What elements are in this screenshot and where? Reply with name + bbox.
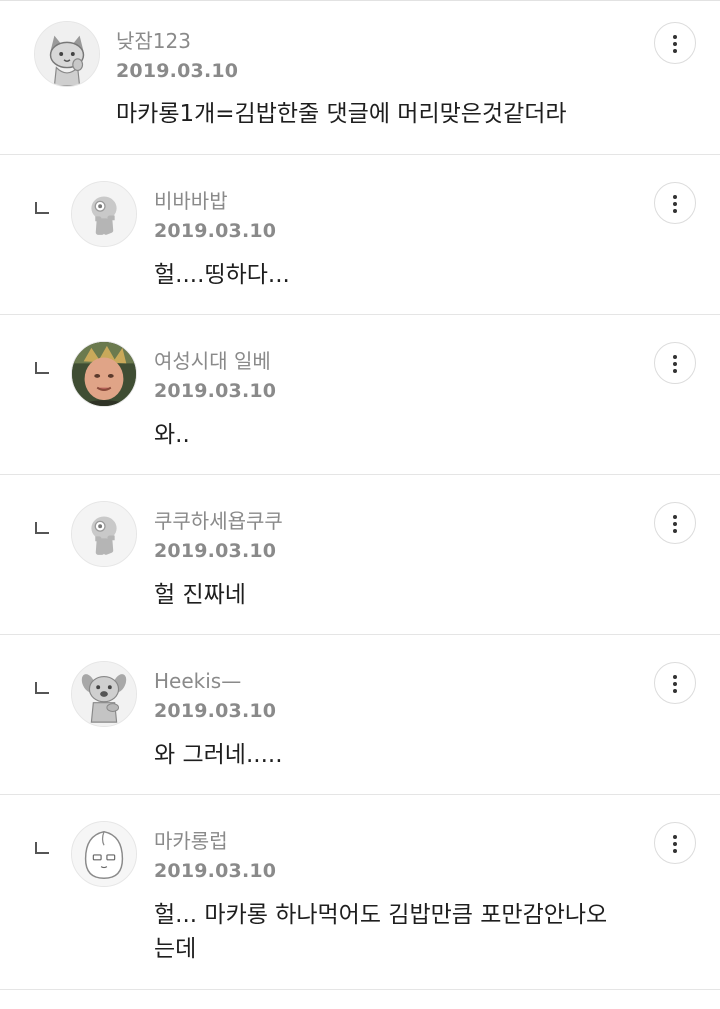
comment-nickname[interactable]: Heekis— bbox=[154, 669, 241, 693]
comment-date: 2019.03.10 bbox=[154, 220, 277, 242]
comment-text: 헐 진짜네 bbox=[154, 582, 246, 608]
more-vertical-icon-dot bbox=[673, 49, 677, 53]
photo-avatar bbox=[72, 342, 136, 406]
reply-item: 쿠쿠하세욥쿠쿠 2019.03.10 헐 진짜네 bbox=[0, 475, 720, 635]
cartoon-cat-icon bbox=[35, 22, 99, 86]
comment-nickname[interactable]: 낮잠123 bbox=[116, 29, 191, 53]
avatar[interactable] bbox=[71, 501, 137, 567]
comment-text: 와 그러네..... bbox=[154, 742, 283, 768]
avatar[interactable] bbox=[71, 341, 137, 407]
comment-text: 와.. bbox=[154, 422, 190, 448]
more-vertical-icon-dot bbox=[673, 682, 677, 686]
default-character-icon bbox=[72, 502, 136, 566]
comment-nickname[interactable]: 비바바밥 bbox=[154, 189, 228, 213]
reply-arrow-icon bbox=[35, 362, 49, 374]
avatar[interactable] bbox=[71, 821, 137, 887]
more-options-button[interactable] bbox=[654, 22, 696, 64]
more-vertical-icon-dot bbox=[673, 842, 677, 846]
avatar[interactable] bbox=[71, 661, 137, 727]
more-vertical-icon bbox=[673, 675, 677, 679]
comment-date: 2019.03.10 bbox=[116, 60, 239, 82]
more-vertical-icon-dot bbox=[673, 522, 677, 526]
more-vertical-icon bbox=[673, 835, 677, 839]
more-vertical-icon-dot bbox=[673, 202, 677, 206]
more-vertical-icon-dot bbox=[673, 849, 677, 853]
comment-date: 2019.03.10 bbox=[154, 860, 277, 882]
comment-text: 헐....띵하다... bbox=[154, 262, 290, 288]
more-options-button[interactable] bbox=[654, 502, 696, 544]
reply-arrow-icon bbox=[35, 522, 49, 534]
comment-nickname[interactable]: 쿠쿠하세욥쿠쿠 bbox=[154, 509, 283, 533]
more-vertical-icon bbox=[673, 195, 677, 199]
more-vertical-icon-dot bbox=[673, 689, 677, 693]
cartoon-dog-icon bbox=[72, 662, 136, 726]
reply-item: 마카롱럽 2019.03.10 헐... 마카롱 하나먹어도 김밥만큼 포만감안… bbox=[0, 795, 720, 990]
comment-text: 마카롱1개=김밥한줄 댓글에 머리맞은것같더라 bbox=[116, 101, 567, 127]
more-options-button[interactable] bbox=[654, 342, 696, 384]
default-character-icon bbox=[72, 182, 136, 246]
comment-date: 2019.03.10 bbox=[154, 380, 277, 402]
comment-date: 2019.03.10 bbox=[154, 540, 277, 562]
more-vertical-icon-dot bbox=[673, 42, 677, 46]
cartoon-peach-icon bbox=[72, 822, 136, 886]
more-options-button[interactable] bbox=[654, 822, 696, 864]
more-vertical-icon-dot bbox=[673, 362, 677, 366]
comment-item: 낮잠123 2019.03.10 마카롱1개=김밥한줄 댓글에 머리맞은것같더라 bbox=[0, 0, 720, 155]
reply-item: 비바바밥 2019.03.10 헐....띵하다... bbox=[0, 155, 720, 315]
reply-arrow-icon bbox=[35, 202, 49, 214]
more-vertical-icon bbox=[673, 515, 677, 519]
more-vertical-icon-dot bbox=[673, 209, 677, 213]
avatar[interactable] bbox=[71, 181, 137, 247]
reply-item: 여성시대 일베 2019.03.10 와.. bbox=[0, 315, 720, 475]
reply-arrow-icon bbox=[35, 682, 49, 694]
more-options-button[interactable] bbox=[654, 662, 696, 704]
comment-text: 헐... 마카롱 하나먹어도 김밥만큼 포만감안나오 는데 bbox=[154, 902, 608, 962]
more-vertical-icon bbox=[673, 355, 677, 359]
reply-item: Heekis— 2019.03.10 와 그러네..... bbox=[0, 635, 720, 795]
avatar[interactable] bbox=[34, 21, 100, 87]
comment-nickname[interactable]: 마카롱럽 bbox=[154, 829, 228, 853]
more-vertical-icon bbox=[673, 35, 677, 39]
reply-arrow-icon bbox=[35, 842, 49, 854]
more-options-button[interactable] bbox=[654, 182, 696, 224]
more-vertical-icon-dot bbox=[673, 369, 677, 373]
comment-date: 2019.03.10 bbox=[154, 700, 277, 722]
comment-nickname[interactable]: 여성시대 일베 bbox=[154, 349, 271, 373]
more-vertical-icon-dot bbox=[673, 529, 677, 533]
